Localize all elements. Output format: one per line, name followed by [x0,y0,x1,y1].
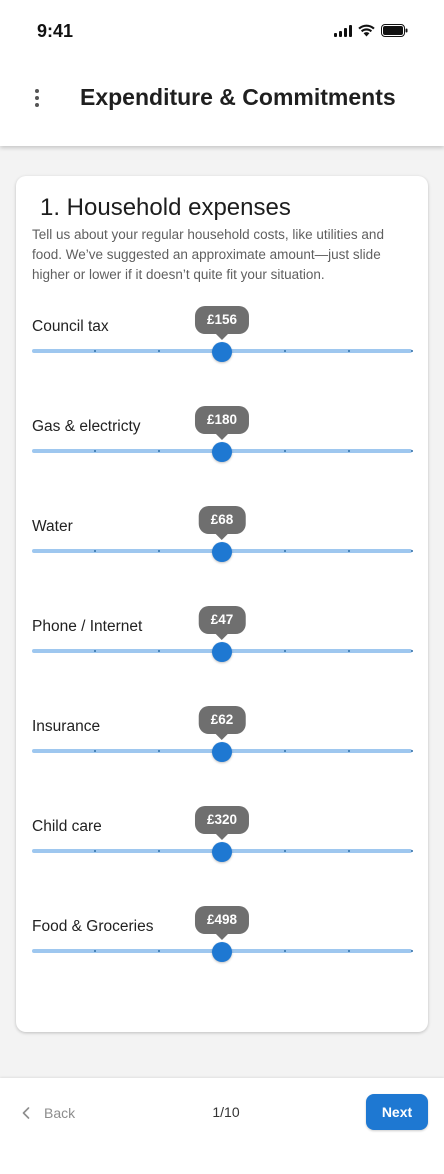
slider-label: Child care [32,818,102,835]
slider-tick [411,350,413,352]
household-expenses-card: 1. Household expenses Tell us about your… [16,176,428,1032]
cellular-signal-icon [334,24,352,37]
slider-tick [347,350,350,352]
slider-tick [347,950,350,952]
slider-tick [157,750,160,752]
slider-tick [284,650,287,652]
slider-tick [157,650,160,652]
slider-tick [347,450,350,452]
slider-tick [157,850,160,852]
slider-tick [284,550,287,552]
slider-label: Council tax [32,318,109,335]
slider-water: Water £68 [32,506,413,588]
value-tooltip: £156 [194,306,250,340]
slider-tick [411,550,413,552]
slider-thumb[interactable] [212,442,232,462]
slider-tick [94,450,97,452]
value-tooltip: £180 [194,406,250,440]
slider-label: Gas & electricty [32,418,141,435]
slider-tick [411,950,413,952]
value-tooltip: £47 [198,606,246,640]
slider-phone-internet: Phone / Internet £47 [32,606,413,688]
wifi-icon [358,24,375,37]
slider-label: Food & Groceries [32,918,154,935]
bottom-navigation: Back 1/10 Next [0,1078,444,1174]
page-title: Expenditure & Commitments [80,84,396,110]
slider-thumb[interactable] [212,542,232,562]
slider-tick [94,850,97,852]
status-time: 9:41 [37,21,74,41]
slider-tick [411,650,413,652]
slider-thumb[interactable] [212,942,232,962]
slider-thumb[interactable] [212,642,232,662]
slider-tick [94,750,97,752]
slider-tick [347,850,350,852]
slider-tick [284,350,287,352]
slider-tick [284,450,287,452]
slider-tick [157,350,160,352]
slider-tick [411,750,413,752]
slider-tick [157,450,160,452]
value-tooltip: £62 [198,706,246,740]
slider-gas-electricity: Gas & electricty £180 [32,406,413,488]
slider-tick [411,450,413,452]
next-button[interactable]: Next [366,1094,428,1130]
app-header: 9:41 Expenditure & Commitments [0,0,444,146]
slider-council-tax: Council tax £156 [32,306,413,388]
slider-label: Phone / Internet [32,618,143,635]
slider-tick [157,550,160,552]
slider-thumb[interactable] [212,842,232,862]
slider-food-groceries: Food & Groceries £498 [32,906,413,988]
battery-icon [381,24,408,37]
value-tooltip: £68 [198,506,246,540]
slider-tick [347,550,350,552]
more-options-icon[interactable] [27,84,47,112]
slider-thumb[interactable] [212,742,232,762]
slider-label: Water [32,518,73,535]
slider-tick [284,950,287,952]
slider-label: Insurance [32,718,101,735]
value-tooltip: £320 [194,806,250,840]
status-icons [334,24,408,37]
slider-thumb[interactable] [212,342,232,362]
slider-tick [347,750,350,752]
slider-tick [94,650,97,652]
slider-tick [157,950,160,952]
slider-tick [94,350,97,352]
slider-tick [94,550,97,552]
slider-tick [94,950,97,952]
slider-insurance: Insurance £62 [32,706,413,788]
slider-child-care: Child care £320 [32,806,413,888]
slider-tick [347,650,350,652]
value-tooltip: £498 [194,906,250,940]
slider-tick [411,850,413,852]
section-description: Tell us about your regular household cos… [32,227,384,282]
slider-tick [284,750,287,752]
slider-tick [284,850,287,852]
section-title: 1. Household expenses [40,194,291,221]
